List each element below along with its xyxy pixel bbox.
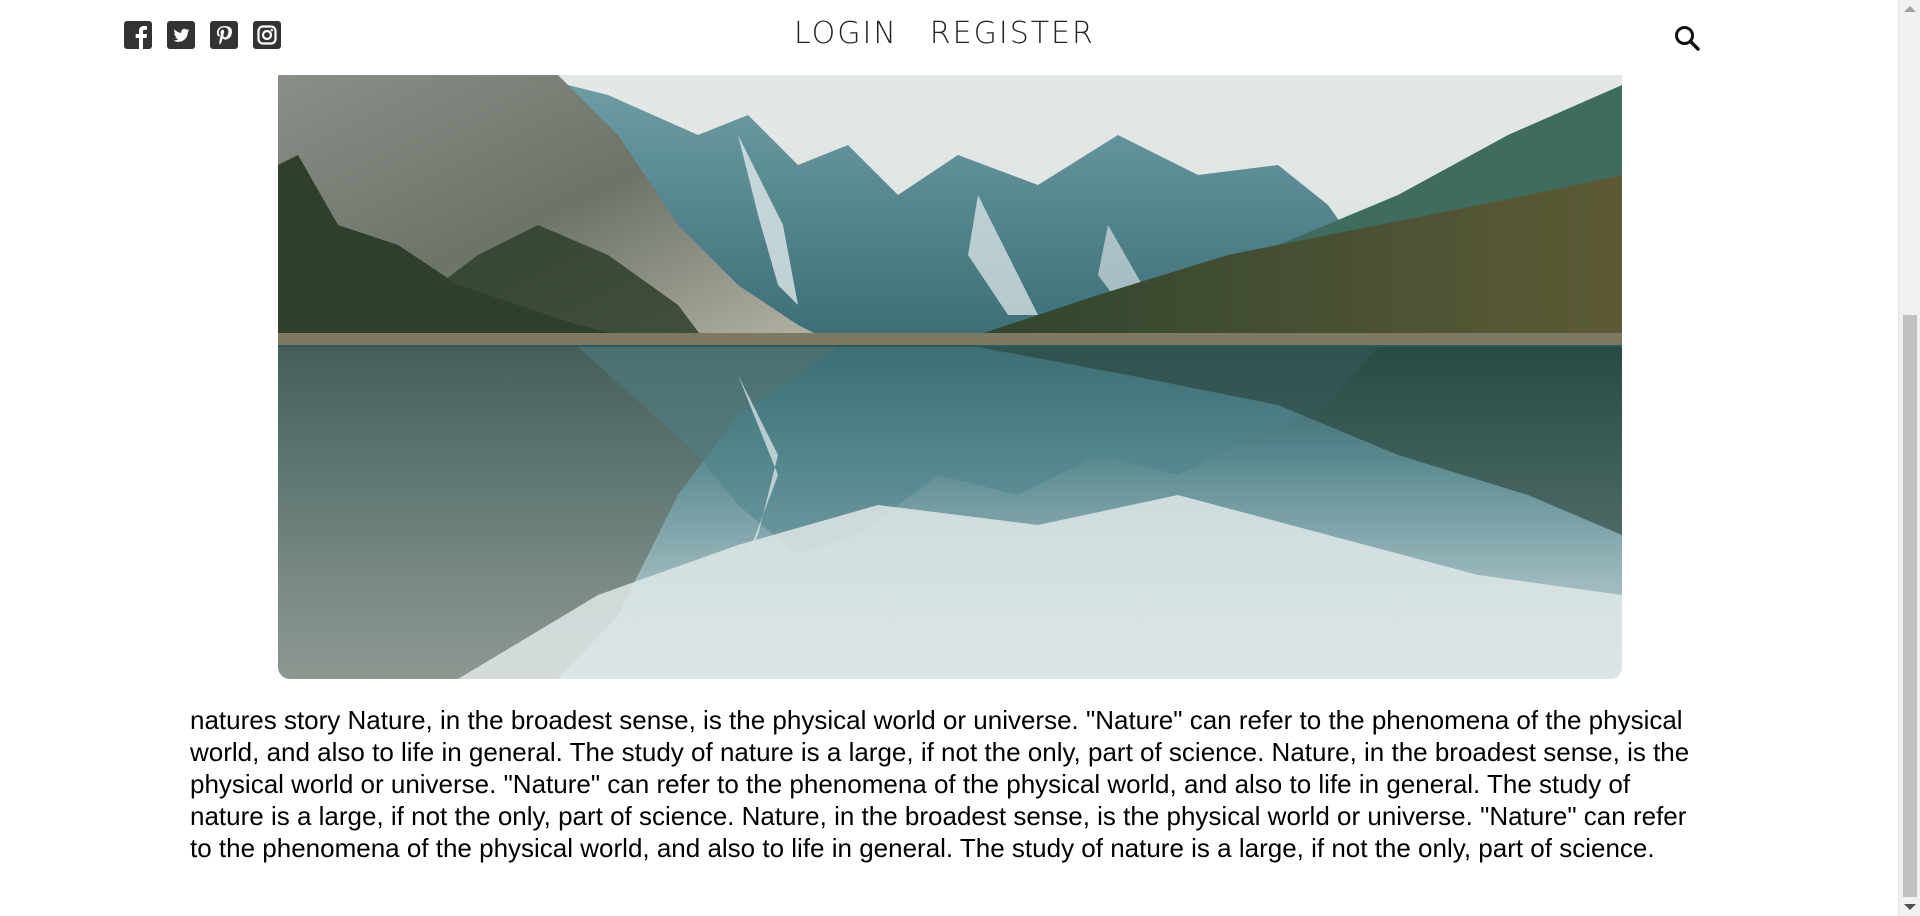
twitter-icon[interactable] xyxy=(167,21,195,49)
instagram-icon[interactable] xyxy=(253,21,281,49)
top-header: LOGIN REGISTER xyxy=(0,0,1898,75)
hero-image xyxy=(278,75,1622,679)
scroll-up-icon[interactable] xyxy=(1904,6,1916,12)
vertical-scrollbar[interactable] xyxy=(1898,0,1920,916)
social-links xyxy=(124,21,281,49)
pinterest-icon[interactable] xyxy=(210,21,238,49)
page: LOGIN REGISTER natures story Nature, in … xyxy=(0,0,1920,916)
scroll-thumb[interactable] xyxy=(1903,315,1917,897)
register-link[interactable]: REGISTER xyxy=(930,16,1095,51)
article-text: natures story Nature, in the broadest se… xyxy=(190,705,1690,863)
facebook-icon[interactable] xyxy=(124,21,152,49)
search-icon[interactable] xyxy=(1673,24,1701,52)
scroll-down-icon[interactable] xyxy=(1904,904,1916,910)
mountain-lake-image xyxy=(278,75,1622,679)
auth-nav: LOGIN REGISTER xyxy=(794,16,1095,51)
login-link[interactable]: LOGIN xyxy=(794,16,898,51)
